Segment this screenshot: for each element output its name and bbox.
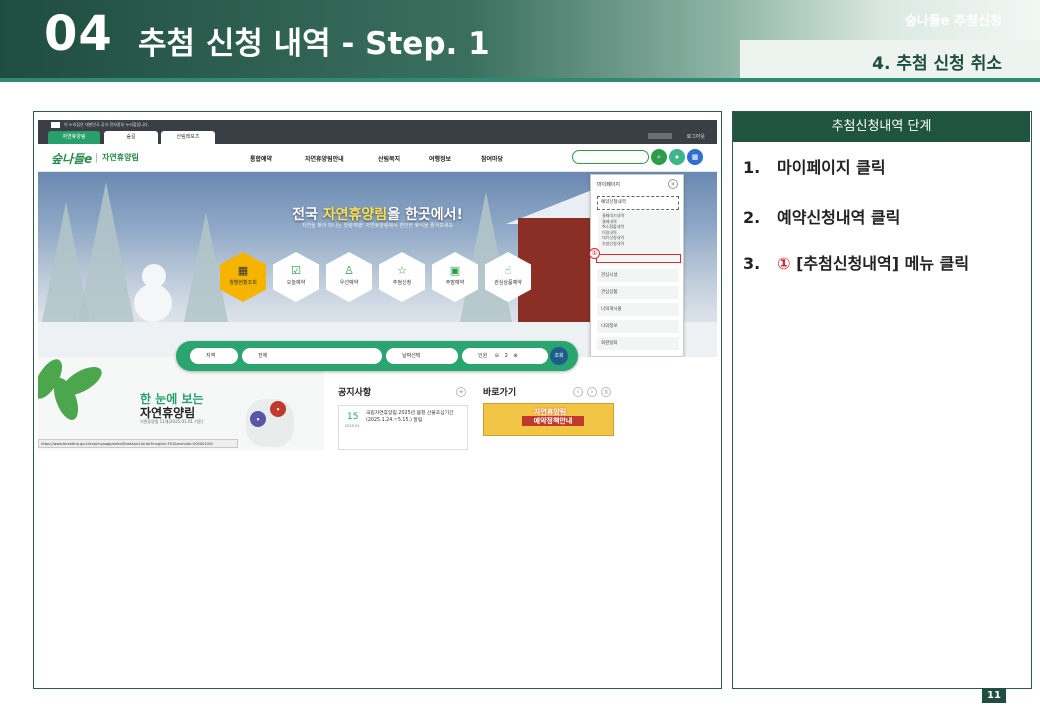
slide-subtitle: 4. 추첨 신청 취소 [872, 54, 1002, 74]
people-field: 인원 ⊖ 2 ⊕ [462, 348, 548, 364]
main-nav: 숲나들e 자연휴양림 통합예약 자연휴양림안내 산림복지 여행정보 참여마당 ⌕… [38, 144, 717, 172]
snowman [134, 284, 172, 322]
banner-line2: 예약정책안내 [522, 416, 584, 426]
people-count: 2 [504, 353, 508, 359]
menu-withdraw[interactable]: 회원탈퇴 [597, 337, 679, 350]
header-divider [0, 78, 1040, 82]
menu-my-info[interactable]: 나의정보 [597, 320, 679, 333]
quick-priority-booking[interactable]: ♙ 우선예약 [326, 252, 372, 302]
leaf-decoration [57, 361, 107, 401]
menu-my-posts[interactable]: 나의게시물 [597, 303, 679, 316]
logout-link[interactable]: 로그아웃 [687, 133, 705, 140]
menu-reservation-history[interactable]: 예약신청내역 [597, 196, 679, 210]
quick-today-booking[interactable]: ☑ 오늘예약 [273, 252, 319, 302]
people-label: 인원 [478, 353, 488, 359]
submenu-lottery-history[interactable]: 추첨신청내역 [602, 241, 676, 247]
region-field[interactable]: 지역 [190, 348, 238, 364]
step-3: 3. ① [추첨신청내역] 메뉴 클릭 [743, 254, 970, 273]
notice-title: 공지사항 [338, 388, 372, 398]
all-menu-icon[interactable]: ▦ [687, 149, 703, 165]
menu-reservation[interactable]: 통합예약 [250, 154, 272, 163]
forest-select[interactable]: 전체 [242, 348, 382, 364]
mypage-dropdown: 마이페이지 × 예약신청내역 결제대기내역 결제내역 취소환불내역 이용내역 대… [589, 174, 684, 357]
status-url: https://www.foresttrip.go.kr/rep/mypage/… [38, 439, 238, 448]
step-marker: ① [777, 254, 791, 273]
menu-welfare[interactable]: 산림복지 [378, 154, 400, 163]
steps-panel: 추첨신청내역 단계 1. 마이페이지 클릭 2. 예약신청내역 클릭 3. ① [추첨… [732, 111, 1032, 689]
date-select[interactable]: 날짜선택 [386, 348, 458, 364]
notice-more-icon[interactable]: + [456, 387, 466, 397]
gov-notice: 이 누리집은 대한민국 공식 전자정부 누리집입니다. [64, 122, 149, 127]
pause-icon[interactable]: ॥ [601, 387, 611, 397]
shortcut-title: 바로가기 [483, 388, 517, 398]
policy-banner[interactable]: 자연휴양림 예약정책안내 [483, 403, 614, 436]
gov-banner: 이 누리집은 대한민국 공식 전자정부 누리집입니다. 자연휴양림 숲길 산림레… [38, 120, 717, 144]
flag-icon [51, 122, 60, 128]
map-pin[interactable]: ● [250, 411, 266, 427]
star-icon: ☆ [397, 264, 407, 277]
section-number: 04 [44, 6, 113, 62]
screenshot-frame: 이 누리집은 대한민국 공식 전자정부 누리집입니다. 자연휴양림 숲길 산림레… [33, 111, 722, 689]
menu-travel[interactable]: 여행정보 [429, 154, 451, 163]
minus-icon[interactable]: ⊖ [495, 353, 499, 359]
calendar-icon: ▣ [449, 264, 461, 277]
close-icon[interactable]: × [668, 179, 678, 189]
step-1: 1. 마이페이지 클릭 [743, 158, 886, 177]
prev-icon[interactable]: ‹ [573, 387, 583, 397]
site-logo[interactable]: 숲나들e [51, 150, 92, 167]
search-input[interactable] [572, 150, 649, 164]
website-screenshot: 이 누리집은 대한민국 공식 전자정부 누리집입니다. 자연휴양림 숲길 산림레… [38, 120, 717, 450]
mypage-icon[interactable]: ● [669, 149, 685, 165]
menu-interest-facility[interactable]: 관심시설 [597, 269, 679, 282]
check-calendar-icon: ☑ [291, 264, 301, 277]
step-2: 2. 예약신청내역 클릭 [743, 208, 901, 227]
hand-pointer-icon: ☝ [504, 264, 512, 277]
menu-community[interactable]: 참여마당 [481, 154, 503, 163]
snowman-head [142, 264, 166, 288]
user-name-redacted [648, 133, 672, 139]
search-button[interactable]: 조회 [550, 347, 568, 365]
page-number: 11 [982, 688, 1006, 703]
next-icon[interactable]: › [587, 387, 597, 397]
notice-day: 15 [347, 412, 359, 422]
tab-trail[interactable]: 숲길 [104, 131, 158, 144]
plus-icon[interactable]: ⊕ [513, 353, 517, 359]
menu-forest-guide[interactable]: 자연휴양림안내 [305, 154, 344, 163]
site-section-name: 자연휴양림 [102, 153, 139, 162]
service-name: 숲나들e 추첨신청 [904, 14, 1002, 29]
highlight-box [596, 254, 681, 263]
search-bar: 지역 전체 날짜선택 인원 ⊖ 2 ⊕ 조회 [176, 341, 578, 371]
map-note: 기관휴양림 11개(2025.01.01 기준) [140, 419, 204, 424]
menu-interest-product[interactable]: 관심상품 [597, 286, 679, 299]
logo-divider [96, 153, 97, 163]
search-icon[interactable]: ⌕ [651, 149, 667, 165]
notice-card[interactable]: 15 2025.01 국립자연휴양림 2025년 봄철 산불조심기간(2025.… [338, 405, 468, 450]
panel-title: 추첨신청내역 단계 [733, 112, 1030, 142]
map-pin[interactable]: ● [270, 401, 286, 417]
notice-year-month: 2025.01 [345, 424, 360, 428]
person-icon: ♙ [344, 264, 354, 277]
tab-forest[interactable]: 자연휴양림 [48, 131, 100, 144]
slide-title: 추첨 신청 내역 - Step. 1 [138, 26, 490, 62]
step-marker: ① [589, 248, 600, 259]
dropdown-header: 마이페이지 [597, 182, 621, 188]
slide-header: 04 추첨 신청 내역 - Step. 1 숲나들e 추첨신청 4. 추첨 신청… [0, 0, 1040, 82]
snow-tree [78, 182, 134, 322]
quick-lottery-apply[interactable]: ☆ 추첨신청 [379, 252, 425, 302]
notice-text: 국립자연휴양림 2025년 봄철 산불조심기간(2025.1.24.~5.15.… [366, 411, 454, 423]
tab-leports[interactable]: 산림레포츠 [161, 131, 215, 144]
calendar-icon: ▦ [237, 264, 249, 277]
